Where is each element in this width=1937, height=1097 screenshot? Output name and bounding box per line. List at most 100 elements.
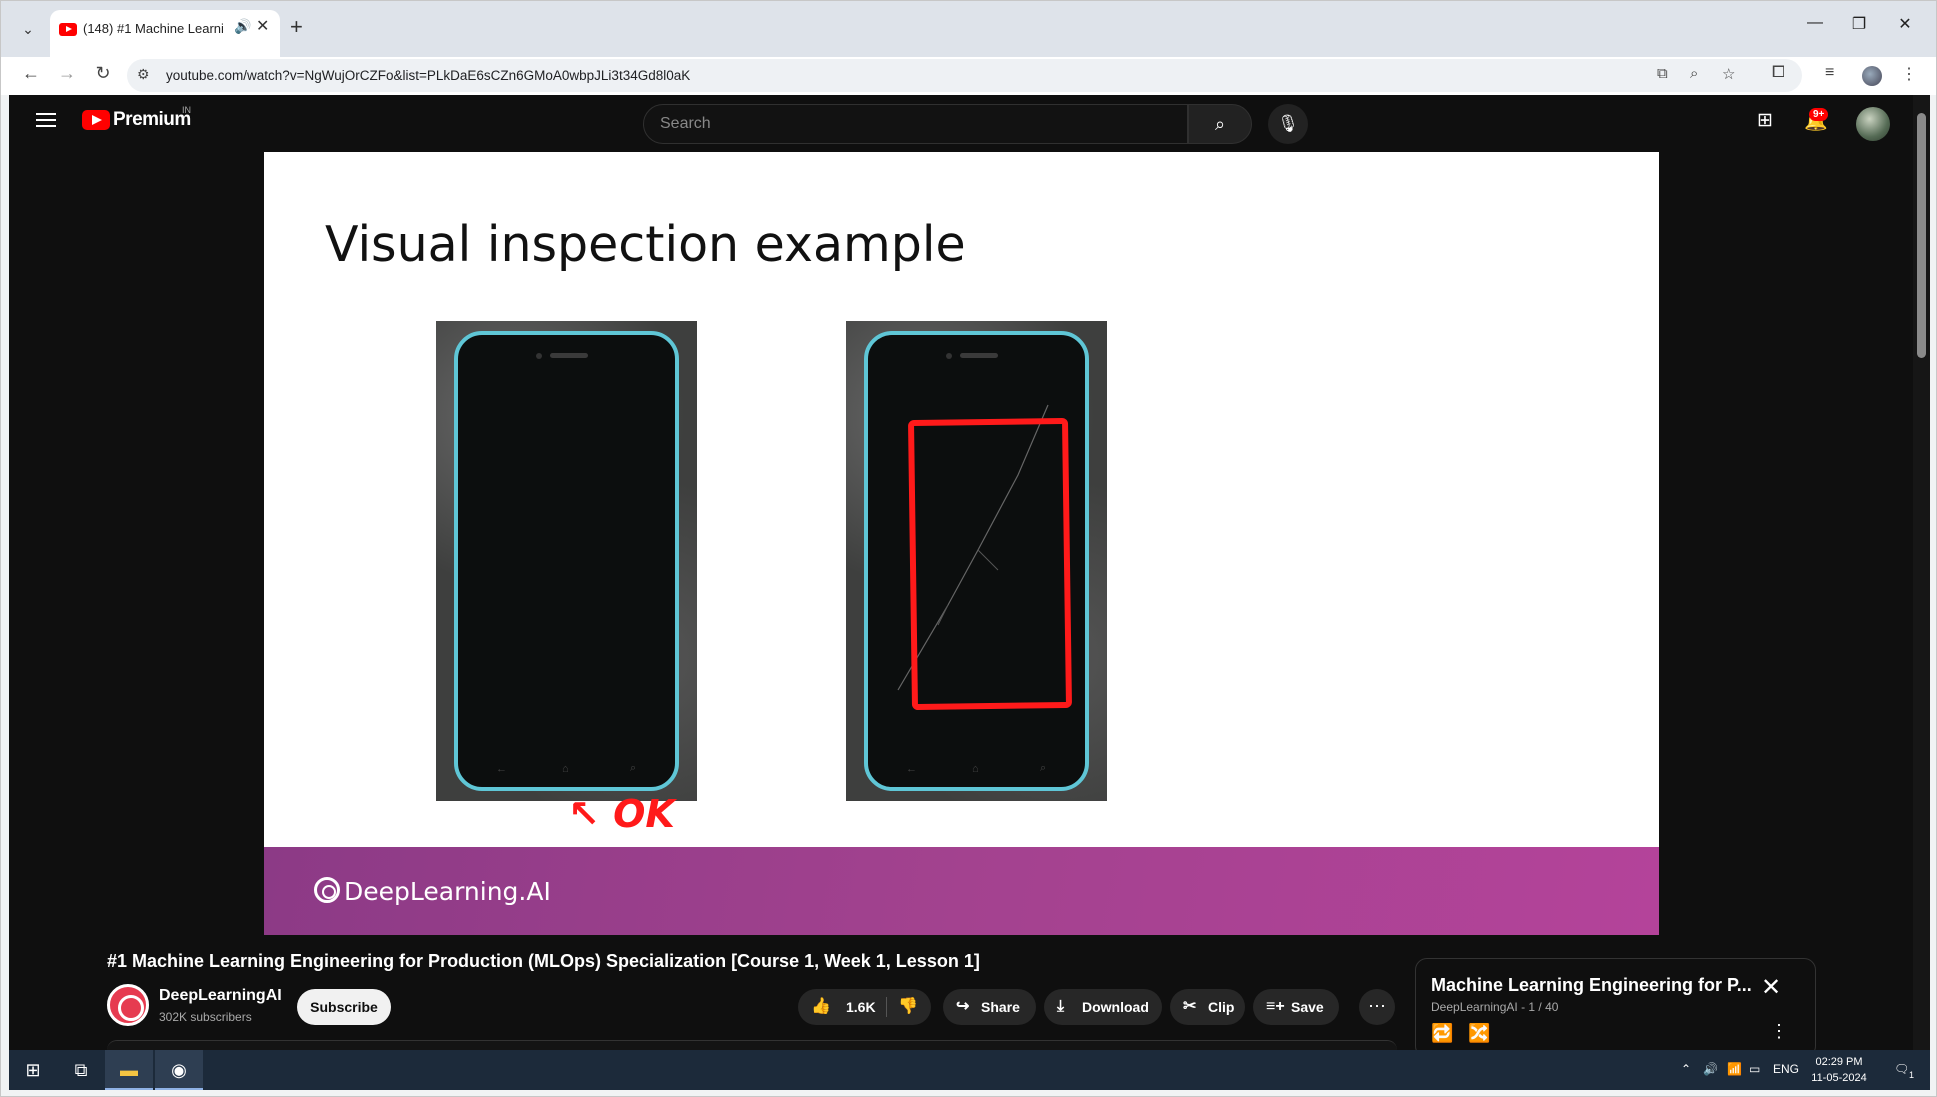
phone-body: ← ⌂ ⌕ [864,331,1089,791]
search-button[interactable]: ⌕ [1188,104,1252,144]
download-icon: ⤓ [1057,998,1065,1015]
like-divider [886,997,887,1017]
browser-toolbar: ← → ↻ ⚙ youtube.com/watch?v=NgWujOrCZFo&… [0,57,1937,95]
deeplearning-logo-icon [314,877,340,903]
restore-button[interactable]: ❐ [1844,14,1874,34]
clock-date: 11-05-2024 [1811,1072,1867,1084]
task-view-icon[interactable]: ⧉ [57,1050,105,1090]
reload-icon[interactable]: ↻ [90,63,116,84]
phone-home-icon: ⌂ [562,763,569,775]
chrome-icon[interactable]: ◉ [155,1050,203,1090]
action-center-count: 1 [1909,1070,1915,1080]
channel-avatar[interactable] [107,984,149,1026]
volume-icon[interactable]: 🔊 [1703,1062,1718,1076]
share-icon: ↪ [956,998,970,1015]
new-tab-button[interactable]: + [290,14,303,40]
subscribe-button[interactable]: Subscribe [297,989,391,1025]
clip-label: Clip [1208,999,1235,1015]
guide-menu-icon[interactable] [36,113,56,127]
playlist-panel: Machine Learning Engineering for P... De… [1415,958,1816,1058]
phone-home-icon: ⌂ [972,763,979,775]
install-app-icon[interactable]: ⧉ [1657,65,1668,82]
slide-footer: DeepLearning.AI [264,847,1659,935]
more-actions-icon[interactable]: ⋯ [1359,989,1395,1025]
phone-search-icon: ⌕ [1040,762,1047,774]
save-button[interactable]: ≡+ Save [1253,989,1339,1025]
audio-playing-icon[interactable]: 🔊 [234,18,251,35]
phone-image-ok: ← ⌂ ⌕ [436,321,697,801]
tab-youtube[interactable]: (148) #1 Machine Learning 🔊 ✕ [50,10,280,57]
screen: ⌄ (148) #1 Machine Learning 🔊 ✕ + — ❐ ✕ … [0,0,1937,1097]
windows-taskbar: ⊞ ⧉ ▬ ◉ ⌃ 🔊 📶 ▭ ENG 02:29 PM 11-05-2024 … [9,1050,1930,1090]
playlist-title[interactable]: Machine Learning Engineering for P... [1431,975,1752,996]
browser-menu-icon[interactable]: ⋮ [1901,64,1917,84]
deeplearning-brand: DeepLearning.AI [344,877,551,906]
address-bar[interactable]: ⚙ youtube.com/watch?v=NgWujOrCZFo&list=P… [127,59,1802,92]
handwritten-ok-annotation: ↖ OK [568,792,675,836]
action-center-icon[interactable]: 🗨 [1894,1062,1909,1076]
phone-back-icon: ← [906,763,917,775]
close-window-button[interactable]: ✕ [1890,14,1920,34]
tab-title: (148) #1 Machine Learning [83,21,223,36]
voice-search-button[interactable]: 🎙 [1268,104,1308,144]
windows-start-icon[interactable]: ⊞ [9,1050,57,1090]
site-info-icon[interactable]: ⚙ [137,66,150,83]
shuffle-icon[interactable]: 🔀 [1468,1023,1490,1044]
region-code: IN [182,105,191,115]
like-icon[interactable]: 👍 [811,989,831,1025]
battery-icon[interactable]: ▭ [1749,1062,1760,1076]
back-arrow-icon[interactable]: ← [18,63,44,84]
search-input[interactable] [660,115,1160,133]
file-explorer-icon[interactable]: ▬ [105,1050,153,1090]
youtube-page: Premium IN ⌕ 🎙 ⊞ 🔔 9+ Visual inspection … [9,95,1913,1060]
youtube-logo-icon[interactable] [82,110,110,130]
clip-button[interactable]: ✂ Clip [1170,989,1245,1025]
like-count[interactable]: 1.6K [846,989,876,1025]
tray-chevron-icon[interactable]: ⌃ [1681,1062,1691,1076]
notification-count-badge: 9+ [1809,108,1829,121]
browser-tab-strip: ⌄ (148) #1 Machine Learning 🔊 ✕ + — ❐ ✕ [0,0,1937,57]
download-button[interactable]: ⤓ Download [1044,989,1162,1025]
clock-time: 02:29 PM [1815,1056,1863,1068]
tab-close-icon[interactable]: ✕ [256,16,269,36]
loop-playlist-icon[interactable]: 🔁 [1431,1023,1453,1044]
scrollbar-thumb[interactable] [1917,113,1926,358]
system-clock[interactable]: 02:29 PM 11-05-2024 [1809,1054,1869,1086]
dislike-icon[interactable]: 👎 [898,989,918,1025]
video-player[interactable]: Visual inspection example ← ⌂ ⌕ ← ⌂ ⌕ ↖ … [264,152,1659,935]
input-language[interactable]: ENG [1773,1062,1799,1076]
page-scrollbar[interactable] [1913,95,1930,1050]
tab-search-button[interactable]: ⌄ [16,17,40,41]
channel-name[interactable]: DeepLearningAI [159,987,282,1005]
playlist-progress[interactable]: DeepLearningAI - 1 / 40 [1431,1000,1558,1014]
url-text[interactable]: youtube.com/watch?v=NgWujOrCZFo&list=PLk… [166,68,690,83]
defect-highlight-box [907,417,1073,711]
youtube-favicon-icon [59,23,77,36]
create-video-icon[interactable]: ⊞ [1757,109,1773,132]
playlist-more-icon[interactable]: ⋮ [1770,1021,1788,1042]
phone-back-icon: ← [496,763,507,775]
search-box [643,104,1188,144]
bookmark-star-icon[interactable]: ☆ [1722,65,1735,83]
phone-speaker [550,353,588,358]
microphone-icon: 🎙 [1277,114,1299,133]
subscriber-count: 302K subscribers [159,1010,252,1024]
playlist-close-icon[interactable]: ✕ [1761,973,1781,1002]
youtube-premium-logo[interactable]: Premium [113,109,191,131]
media-controls-icon[interactable]: ≡ [1825,64,1834,82]
wifi-icon[interactable]: 📶 [1727,1062,1742,1076]
phone-body: ← ⌂ ⌕ [454,331,679,791]
scissors-icon: ✂ [1183,998,1197,1015]
playlist-add-icon: ≡+ [1266,998,1285,1015]
zoom-icon[interactable]: ⌕ [1690,65,1698,82]
share-button[interactable]: ↪ Share [943,989,1036,1025]
minimize-button[interactable]: — [1800,14,1830,32]
download-label: Download [1082,999,1149,1015]
extensions-icon[interactable]: ⧠ [1772,64,1785,82]
phone-camera [536,353,542,359]
forward-arrow-icon[interactable]: → [54,63,80,84]
account-avatar[interactable] [1856,107,1890,141]
profile-avatar[interactable] [1862,66,1882,86]
search-icon: ⌕ [1214,114,1226,134]
like-dislike-group: 👍 1.6K 👎 [798,989,931,1025]
